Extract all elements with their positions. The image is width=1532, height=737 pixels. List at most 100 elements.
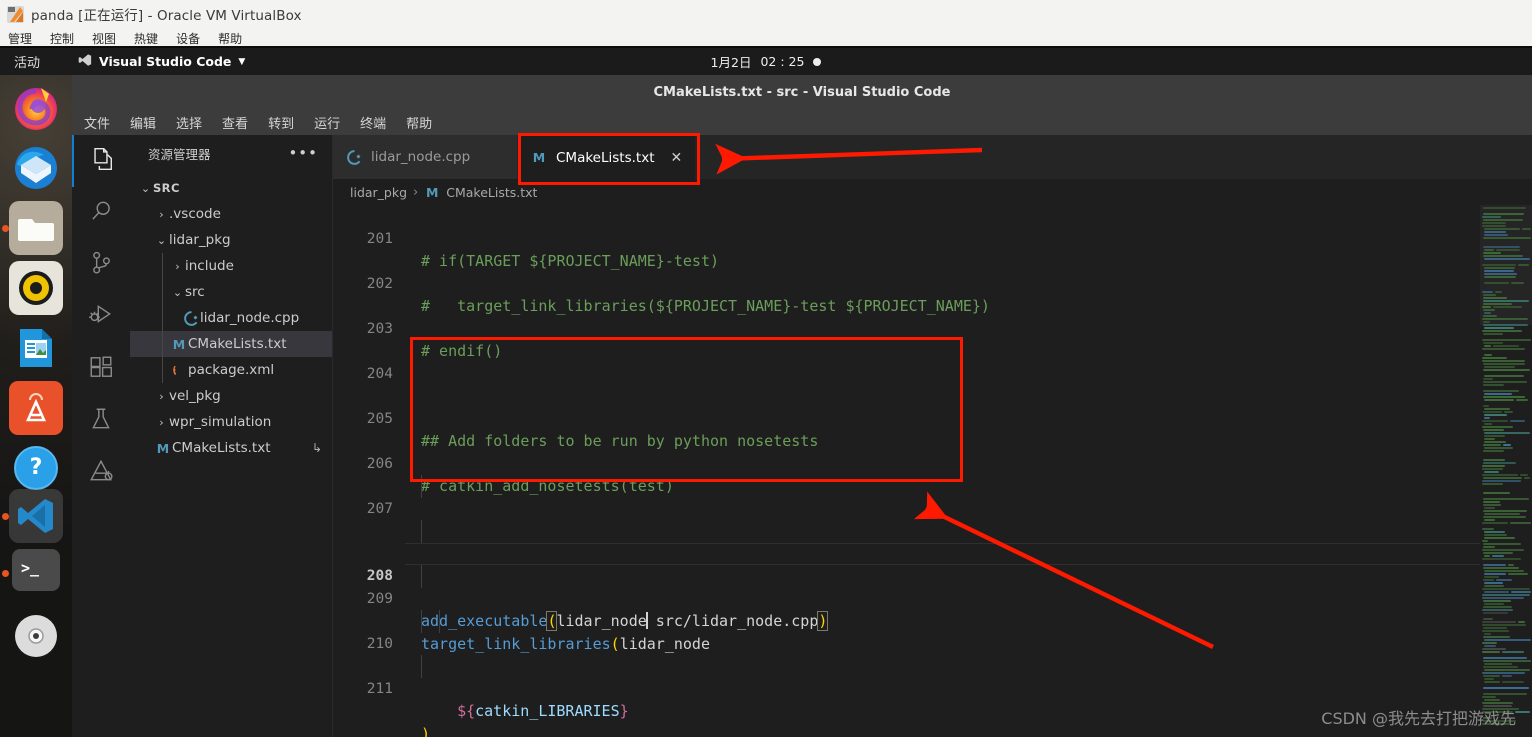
vbox-menu-manage[interactable]: 管理 [8, 30, 32, 47]
tree-item-lidar-node-cpp[interactable]: lidar_node.cpp [130, 305, 332, 331]
line-number: 202 [366, 275, 393, 292]
line-number: 206 [366, 455, 393, 472]
dock-item-terminal[interactable]: >_ [12, 549, 60, 591]
tree-item-cmakelists-lidar[interactable]: M CMakeLists.txt [130, 331, 332, 357]
vscode-icon [78, 53, 92, 70]
line-number: 210 [366, 635, 393, 652]
activity-item-testing[interactable] [72, 395, 130, 447]
activity-item-ros[interactable] [72, 447, 130, 499]
md-file-icon: M [156, 440, 170, 456]
vbox-menu-view[interactable]: 视图 [92, 30, 116, 47]
run-debug-icon [88, 302, 114, 332]
tree-item-src[interactable]: ⌄ SRC [130, 175, 332, 201]
indent-guide [162, 331, 163, 357]
menu-select[interactable]: 选择 [172, 111, 206, 134]
virtualbox-window-title: panda [正在运行] - Oracle VM VirtualBox [31, 8, 302, 24]
cpp-file-icon [182, 310, 200, 326]
chevron-right-icon: › [159, 415, 164, 429]
gnome-clock-date: 1月2日 [710, 55, 752, 70]
files-icon [88, 146, 114, 176]
menu-view[interactable]: 查看 [218, 111, 252, 134]
breadcrumb: lidar_pkg › M CMakeLists.txt [333, 179, 1532, 205]
chevron-right-icon: › [159, 389, 164, 403]
explorer-header: 资源管理器 ••• [130, 135, 332, 171]
tree-item-package-xml[interactable]: package.xml [130, 357, 332, 383]
tab-lidar-node-cpp[interactable]: lidar_node.cpp [333, 135, 518, 179]
source-control-icon [88, 250, 114, 280]
gnome-clock-time: 02 : 25 [760, 54, 805, 69]
tree-item-include[interactable]: › include [130, 253, 332, 279]
vbox-menu-hotkeys[interactable]: 热键 [134, 30, 158, 47]
chevron-down-icon: ⌄ [172, 285, 183, 299]
chevron-right-icon: › [175, 259, 180, 273]
tree-label: vel_pkg [169, 388, 221, 404]
vscode-icon [18, 499, 53, 533]
indent-guide [421, 655, 422, 678]
editor-minimap[interactable] [1480, 205, 1532, 737]
code-line-text: ${catkin_LIBRARIES} [457, 702, 629, 720]
tree-label: .vscode [169, 206, 221, 222]
menu-help[interactable]: 帮助 [402, 111, 436, 134]
virtualbox-menubar: 管理 控制 视图 热键 设备 帮助 [0, 28, 1532, 48]
dock-item-rhythmbox[interactable] [9, 261, 63, 315]
dock-item-ubuntu-software[interactable] [9, 381, 63, 435]
code-editor[interactable]: 201 # if(TARGET ${PROJECT_NAME}-test) 20… [333, 205, 1532, 737]
menu-go[interactable]: 转到 [264, 111, 298, 134]
dock-item-visual-studio-code[interactable] [9, 489, 63, 543]
vbox-menu-devices[interactable]: 设备 [176, 30, 200, 47]
breadcrumb-file[interactable]: CMakeLists.txt [446, 185, 537, 200]
activity-item-explorer[interactable] [72, 135, 130, 187]
activity-bar [72, 135, 130, 737]
firefox-icon [15, 88, 57, 130]
gnome-app-name: Visual Studio Code [99, 54, 232, 69]
indent-guide [421, 475, 422, 498]
dock-item-libreoffice-writer[interactable] [9, 321, 63, 375]
activity-item-source-control[interactable] [72, 239, 130, 291]
dock-item-disk-image[interactable] [9, 609, 63, 663]
line-number: 201 [366, 230, 393, 247]
activity-item-search[interactable] [72, 187, 130, 239]
vscode-menubar: 文件 编辑 选择 查看 转到 运行 终端 帮助 [72, 109, 1532, 135]
line-number: 203 [366, 320, 393, 337]
vbox-menu-help[interactable]: 帮助 [218, 30, 242, 47]
tree-item-cmakelists-root[interactable]: M CMakeLists.txt ↳ [130, 435, 332, 461]
gnome-app-menu[interactable]: Visual Studio Code ▼ [78, 53, 245, 70]
menu-edit[interactable]: 编辑 [126, 111, 160, 134]
activity-item-run-and-debug[interactable] [72, 291, 130, 343]
vbox-menu-control[interactable]: 控制 [50, 30, 74, 47]
tree-item-wpr-simulation[interactable]: › wpr_simulation [130, 409, 332, 435]
activity-item-extensions[interactable] [72, 343, 130, 395]
vscode-window-title: CMakeLists.txt - src - Visual Studio Cod… [653, 84, 951, 100]
disc-icon [15, 615, 57, 657]
dock-item-help[interactable]: ? [9, 441, 63, 495]
watermark-text: CSDN @我先去打把游戏先 [1321, 709, 1516, 728]
menu-file[interactable]: 文件 [80, 111, 114, 134]
ellipsis-icon[interactable]: ••• [288, 146, 318, 161]
help-icon: ? [14, 446, 58, 490]
chevron-right-icon: › [159, 207, 164, 221]
dock-running-dot-vscode [2, 513, 9, 520]
close-icon[interactable]: ✕ [671, 150, 683, 166]
tree-item-src-folder[interactable]: ⌄ src [130, 279, 332, 305]
tree-item-lidar-pkg[interactable]: ⌄ lidar_pkg [130, 227, 332, 253]
gnome-clock[interactable]: 1月2日 02 : 25 [666, 52, 866, 71]
dock-item-files[interactable] [9, 201, 63, 255]
indent-guide [162, 279, 163, 305]
tree-item-vscode[interactable]: › .vscode [130, 201, 332, 227]
dock-running-dot-files [2, 225, 9, 232]
tree-item-vel-pkg[interactable]: › vel_pkg [130, 383, 332, 409]
tree-label: package.xml [188, 362, 275, 378]
tab-cmakelists-txt[interactable]: M CMakeLists.txt ✕ [518, 135, 696, 179]
dock-item-thunderbird[interactable] [9, 141, 63, 195]
line-number: 207 [366, 500, 393, 517]
tree-label: SRC [153, 181, 180, 195]
current-line-highlight [405, 542, 1532, 565]
tab-label: CMakeLists.txt [556, 149, 655, 166]
dock-item-firefox[interactable] [9, 81, 63, 135]
gnome-activities-button[interactable]: 活动 [14, 52, 40, 71]
screen-root: panda [正在运行] - Oracle VM VirtualBox 管理 控… [0, 0, 1532, 737]
menu-run[interactable]: 运行 [310, 111, 344, 134]
breadcrumb-folder[interactable]: lidar_pkg [350, 185, 407, 200]
shopping-bag-icon [25, 393, 47, 422]
menu-terminal[interactable]: 终端 [356, 111, 390, 134]
